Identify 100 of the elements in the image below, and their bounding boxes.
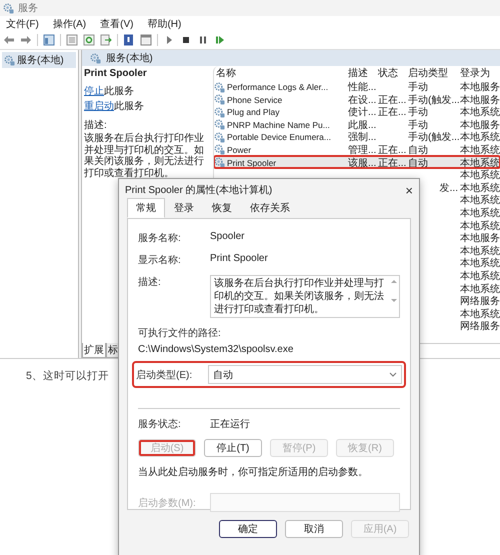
service-name: Print Spooler (227, 158, 276, 168)
table-cell-text: 强制... (347, 130, 376, 144)
menu-item[interactable]: 帮助(H) (147, 16, 182, 30)
hint-text: 当从此处启动服务时，你可指定所适用的启动参数。 (138, 466, 369, 479)
dialog-tab[interactable]: 登录 (165, 198, 203, 218)
service-title: Print Spooler (84, 68, 148, 79)
service-icon (214, 157, 225, 168)
service-name: Portable Device Enumera... (227, 132, 331, 142)
article-text: 5、这时可以打开 (26, 369, 109, 383)
panel-icon[interactable] (43, 34, 55, 46)
field-label: 启动参数(M): (138, 496, 197, 510)
table-cell-text: 本地系统 (459, 144, 500, 157)
menu-item[interactable]: 查看(V) (100, 16, 134, 30)
service-icon (214, 119, 225, 130)
service-row[interactable]: Performance Logs & Aler... 性能... 手动 本地服务 (214, 80, 500, 93)
table-cell-text: 使计... (347, 106, 376, 120)
dialog-button[interactable]: 取消 (285, 520, 343, 538)
table-cell-text: 自动 (407, 144, 429, 157)
table-cell-text: 本地系统 (459, 244, 500, 258)
gear-icon (90, 52, 101, 64)
table-cell-text: 正在... (377, 94, 406, 107)
field-label: 描述: (138, 276, 162, 289)
table-cell-text: 性能... (346, 80, 376, 94)
service-row[interactable]: PNRP Machine Name Pu... 此服... 手动 本地服务 (214, 118, 500, 130)
table-cell-text: 手动 (407, 106, 429, 120)
column-header[interactable]: 状态 (376, 66, 406, 80)
service-name: PNRP Machine Name Pu... (227, 120, 330, 130)
description-text: 该服务在后台执行打印作业并处理与打印机的交互。如果关闭该服务，则无法进行打印或查看打印机。 (84, 133, 205, 179)
service-row[interactable]: Power 管理... 正在... 自动 本地系统 (214, 142, 500, 156)
gear-icon (4, 54, 15, 66)
column-header[interactable]: 登录为 (458, 66, 500, 80)
back-icon[interactable] (3, 34, 15, 46)
table-cell-text: 此服... (347, 118, 376, 132)
table-cell-text: 手动(触发... (407, 94, 458, 106)
menu-item[interactable]: 操作(A) (52, 16, 86, 30)
service-row[interactable]: 本地系统 (214, 168, 500, 181)
pause-icon[interactable] (197, 34, 209, 46)
table-cell-text: 本地系统 (459, 168, 500, 182)
scrollbar-icon (391, 279, 397, 303)
export-icon[interactable] (100, 34, 112, 46)
action-text: 停止此服务 (84, 84, 135, 98)
table-cell-text: 在设... (347, 94, 376, 106)
window-icon[interactable] (140, 34, 152, 46)
table-cell-text: 本地系统 (459, 194, 500, 208)
column-header[interactable]: 名称 (214, 66, 346, 80)
dialog-tab[interactable]: 恢复 (203, 198, 241, 218)
service-icon (214, 144, 225, 156)
dialog-tab[interactable]: 依存关系 (241, 198, 299, 218)
service-icon (214, 94, 225, 106)
startup-type-dropdown[interactable]: 自动 (208, 365, 402, 384)
field-label: 显示名称: (138, 254, 182, 267)
service-button[interactable]: 停止(T) (204, 439, 262, 457)
table-cell-text: 本地系统 (460, 130, 500, 144)
table-cell-text: 管理... (347, 144, 376, 157)
panel-title: 服务(本地) (106, 52, 153, 65)
table-cell-text: 手动(触发... (407, 130, 458, 144)
field-label: 服务状态: (138, 418, 182, 431)
table-cell-text: 正在... (377, 106, 406, 120)
service-name: Performance Logs & Aler... (227, 82, 328, 92)
service-row[interactable]: Portable Device Enumera... 强制... 手动(触发...本地系统 (214, 130, 500, 143)
tree-item[interactable]: 服务(本地) (2, 52, 76, 68)
service-icon (214, 82, 225, 92)
service-row[interactable]: Plug and Play 使计... 正在... 手动 本地系统 (214, 105, 500, 118)
field-value: Print Spooler (210, 253, 269, 264)
dialog-button[interactable]: 确定 (219, 520, 277, 538)
service-row[interactable]: Phone Service 在设... 正在... 手动(触发...本地服务 (214, 92, 500, 106)
close-button[interactable]: × (405, 182, 413, 198)
table-cell-text: 本地系统 (459, 156, 500, 170)
app-icon (3, 2, 14, 14)
field-label: 服务名称: (138, 232, 182, 245)
service-name: Phone Service (227, 94, 282, 105)
table-cell-text: 手动 (407, 118, 429, 132)
list-icon[interactable] (66, 34, 78, 46)
table-cell-text: 手动 (407, 80, 429, 94)
forward-icon[interactable] (20, 34, 32, 46)
action-link[interactable]: 停止 (84, 86, 104, 97)
description-box[interactable]: 该服务在后台执行打印作业并处理与打印机的交互。如果关闭该服务，则无法进行打印或查看打印机。 (210, 275, 400, 318)
action-text: 重启动此服务 (84, 100, 145, 113)
field-label: 启动类型(E): (136, 368, 194, 382)
table-cell-text: 该服... (347, 156, 376, 170)
resume-icon[interactable] (214, 34, 226, 46)
view-tab[interactable]: 扩展 (82, 343, 106, 358)
table-cell-text: 本地系统 (459, 106, 500, 120)
service-name: Power (227, 144, 252, 155)
column-header[interactable]: 启动类型 (406, 66, 458, 80)
highlighted-row[interactable]: Print Spooler 该服... 正在... 自动 本地系统 (214, 156, 500, 168)
action-link[interactable]: 重启动 (84, 101, 114, 112)
column-header[interactable]: 描述 (346, 66, 376, 80)
dialog-tab[interactable]: 常规 (127, 198, 165, 218)
window-title: 服务 (18, 2, 38, 15)
path-value: C:\Windows\System32\spoolsv.exe (138, 344, 294, 355)
table-cell-text: 本地系统 (459, 270, 500, 283)
input-field[interactable] (210, 493, 400, 512)
service-icon (214, 106, 225, 118)
table-cell-text: 发... (438, 182, 458, 195)
table-cell-text: 本地系统 (459, 220, 500, 232)
stop-icon[interactable] (180, 34, 192, 46)
menu-item[interactable]: 文件(F) (6, 16, 39, 30)
service-name: Plug and Play (227, 107, 280, 118)
dialog-title: Print Spooler 的属性(本地计算机) (125, 184, 272, 197)
